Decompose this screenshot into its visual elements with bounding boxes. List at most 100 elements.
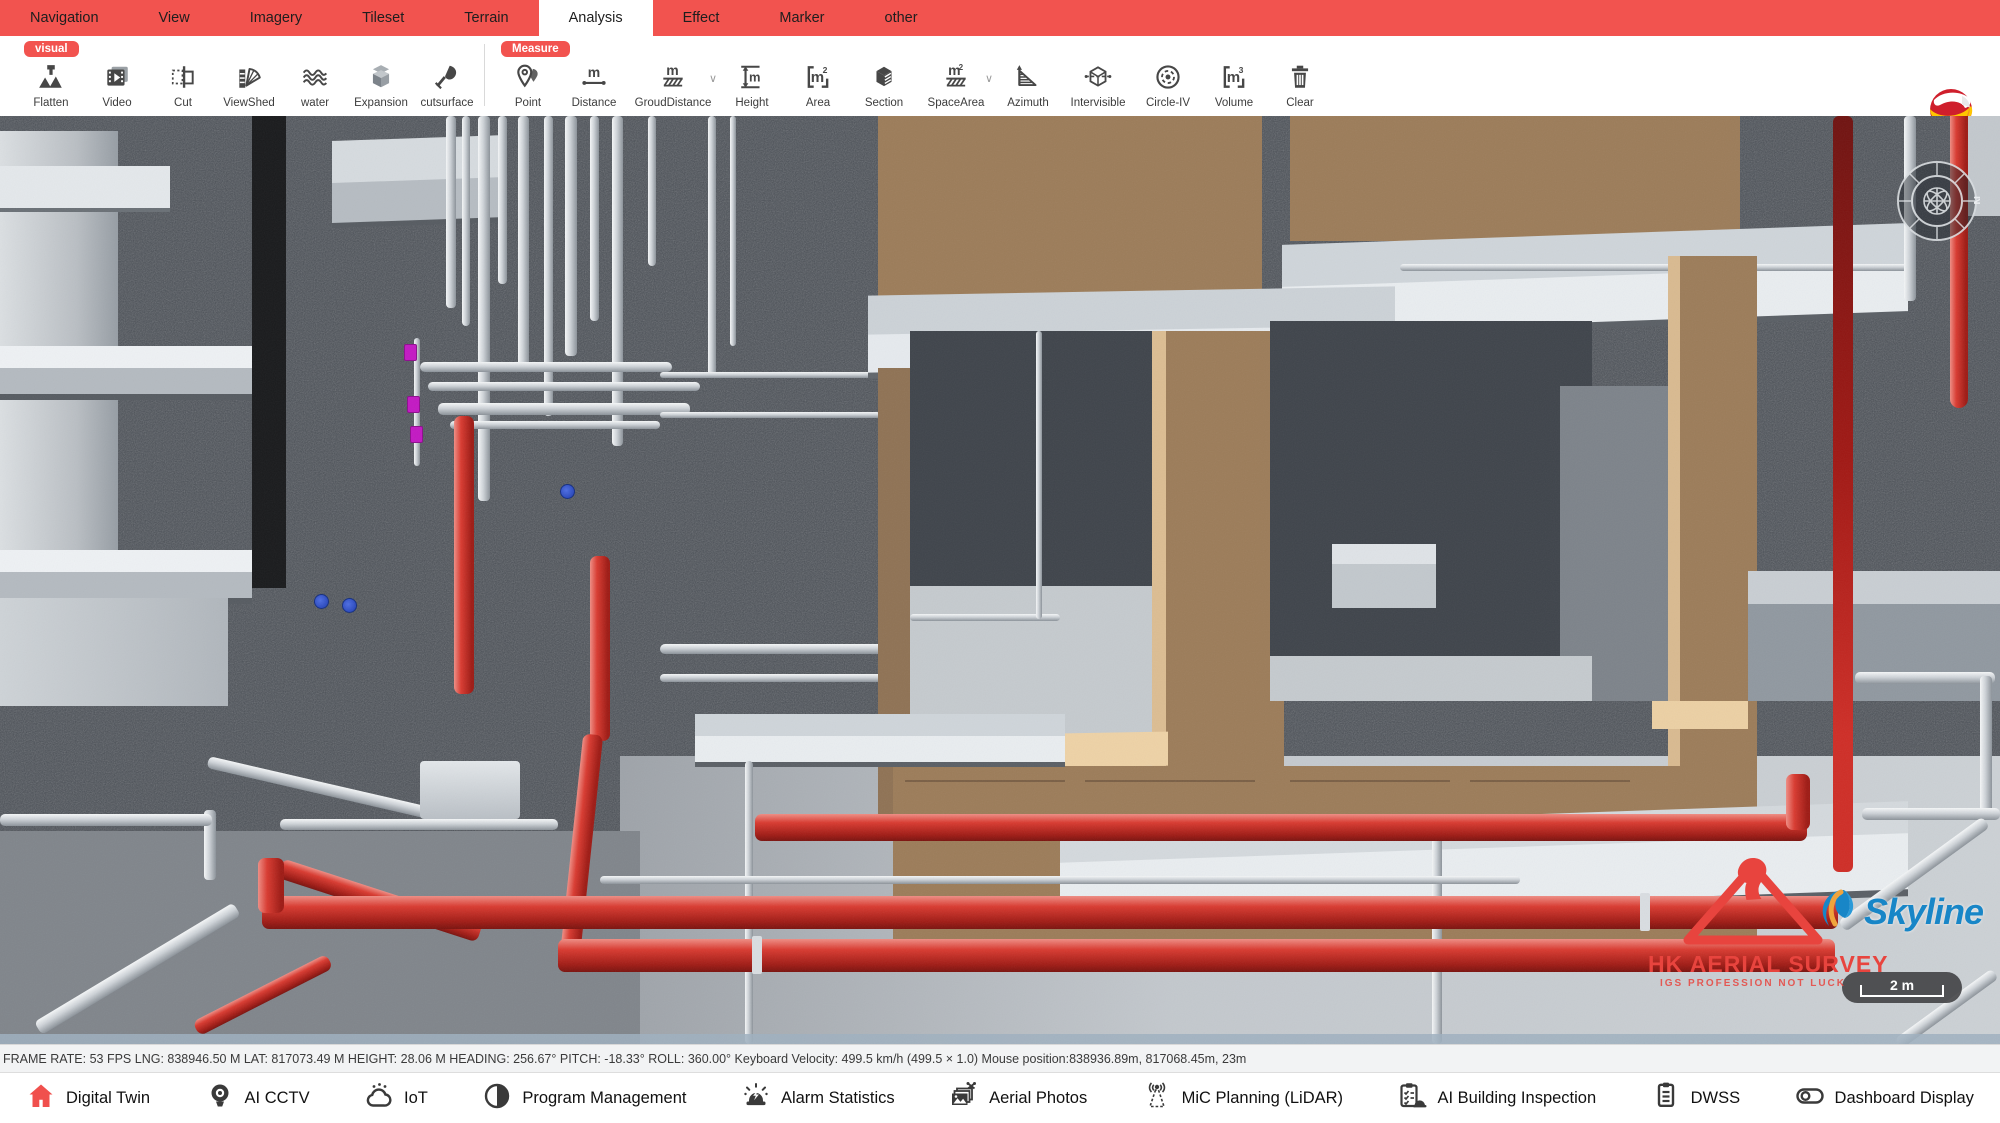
tool-label: Volume <box>1215 97 1253 109</box>
toolbar-group-visual: visual Flatten Video Cut ViewShed water <box>0 36 480 109</box>
tool-expansion[interactable]: Expansion <box>348 60 414 109</box>
wall-groove <box>1470 780 1630 782</box>
pipe-gray <box>1855 672 1995 684</box>
menu-imagery[interactable]: Imagery <box>220 0 332 36</box>
tool-section[interactable]: Section <box>851 60 917 109</box>
tool-area[interactable]: m2 Area <box>785 60 851 109</box>
home-icon <box>26 1081 56 1116</box>
toolbar-separator <box>484 44 485 106</box>
nav-ai-cctv[interactable]: AI CCTV <box>205 1081 310 1116</box>
nav-digital-twin[interactable]: Digital Twin <box>26 1081 150 1116</box>
pipe-red-run-upper <box>755 814 1807 841</box>
pipe-gray <box>518 116 529 371</box>
water-icon <box>301 60 329 94</box>
tool-cut[interactable]: Cut <box>150 60 216 109</box>
tool-label: Cut <box>174 97 192 109</box>
tool-label: Distance <box>572 97 617 109</box>
nav-label: Alarm Statistics <box>781 1089 895 1108</box>
concrete-pillar <box>1560 386 1668 701</box>
tool-point[interactable]: Point <box>495 60 561 109</box>
volume-icon: m3 <box>1220 60 1248 94</box>
chevron-down-icon[interactable]: ∨ <box>985 72 993 85</box>
tool-height[interactable]: m Height <box>719 60 785 109</box>
toolbar: visual Flatten Video Cut ViewShed water <box>0 36 2000 117</box>
circle-iv-icon <box>1154 60 1182 94</box>
ground-distance-icon: m <box>659 60 687 94</box>
pipe-red-run-lower <box>558 939 1835 972</box>
concrete-slab-front <box>0 572 252 598</box>
tool-viewshed[interactable]: ViewShed <box>216 60 282 109</box>
tool-water[interactable]: water <box>282 60 348 109</box>
space-area-icon: m2 <box>942 60 970 94</box>
measure-badge: Measure <box>501 41 570 57</box>
tool-volume[interactable]: m3 Volume <box>1201 60 1267 109</box>
concrete-block <box>0 598 228 706</box>
svg-text:2: 2 <box>823 65 828 75</box>
viewport-3d[interactable]: HK AERIAL SURVEY IGS PROFESSION NOT LUCK… <box>0 116 2000 1044</box>
menu-navigation[interactable]: Navigation <box>0 0 129 36</box>
tool-intervisible[interactable]: Intervisible <box>1061 60 1135 109</box>
valve-magenta <box>410 426 423 443</box>
nav-dwss[interactable]: DWSS <box>1651 1081 1741 1116</box>
tool-label: Azimuth <box>1007 97 1049 109</box>
nav-label: Aerial Photos <box>989 1089 1087 1108</box>
tool-azimuth[interactable]: Azimuth <box>995 60 1061 109</box>
pipe-gray <box>660 412 880 418</box>
pipe-gray <box>565 116 577 356</box>
tool-label: Video <box>102 97 131 109</box>
tool-circle-iv[interactable]: Circle-IV <box>1135 60 1201 109</box>
pipe-collar <box>752 936 762 974</box>
svg-text:m: m <box>588 64 600 80</box>
tool-distance[interactable]: m Distance <box>561 60 627 109</box>
menu-tileset[interactable]: Tileset <box>332 0 434 36</box>
brown-wall <box>1290 116 1740 241</box>
pipe-gray <box>438 403 690 415</box>
menu-other[interactable]: other <box>855 0 948 36</box>
menu-terrain[interactable]: Terrain <box>434 0 538 36</box>
nav-alarm-statistics[interactable]: Alarm Statistics <box>741 1081 895 1116</box>
concrete-slab-front <box>0 368 258 394</box>
equipment-box <box>420 761 520 819</box>
hk-survey-logo-icon <box>1678 854 1828 946</box>
hk-survey-subtitle: IGS PROFESSION NOT LUCK <box>1648 978 1858 989</box>
expansion-icon <box>367 60 395 94</box>
tool-label: Point <box>515 97 541 109</box>
tool-space-area[interactable]: m2 SpaceArea ∨ <box>917 60 995 109</box>
pipe-gray <box>660 644 905 654</box>
menu-effect[interactable]: Effect <box>653 0 750 36</box>
chevron-down-icon[interactable]: ∨ <box>709 72 717 85</box>
tool-video[interactable]: Video <box>84 60 150 109</box>
nav-mic-planning-lidar[interactable]: MiC Planning (LiDAR) <box>1142 1081 1343 1116</box>
svg-text:m: m <box>666 63 678 78</box>
distance-icon: m <box>580 60 608 94</box>
brown-column <box>1152 331 1284 821</box>
menu-marker[interactable]: Marker <box>749 0 854 36</box>
nav-dashboard-display[interactable]: Dashboard Display <box>1795 1081 1974 1116</box>
video-icon <box>103 60 131 94</box>
compass-navigation[interactable]: N <box>1894 158 1980 244</box>
nav-aerial-photos[interactable]: Aerial Photos <box>949 1081 1087 1116</box>
tool-clear[interactable]: Clear <box>1267 60 1333 109</box>
tool-ground-distance[interactable]: m GroudDistance ∨ <box>627 60 719 109</box>
menu-view[interactable]: View <box>129 0 220 36</box>
scale-bar-line <box>1860 985 1944 997</box>
tool-label: Height <box>735 97 768 109</box>
floating-slab <box>1332 544 1436 564</box>
concrete-slab <box>0 346 258 368</box>
nav-ai-building-inspection[interactable]: AI Building Inspection <box>1397 1081 1596 1116</box>
tool-label: Flatten <box>33 97 68 109</box>
cctv-icon <box>205 1081 235 1116</box>
tool-label: Clear <box>1286 97 1313 109</box>
intervisible-icon <box>1084 60 1112 94</box>
menu-analysis[interactable]: Analysis <box>539 0 653 36</box>
nav-iot[interactable]: IoT <box>364 1081 428 1116</box>
tool-flatten[interactable]: Flatten <box>18 60 84 109</box>
nav-program-management[interactable]: Program Management <box>482 1081 686 1116</box>
pipe-red-run-main <box>262 896 1838 929</box>
area-icon: m2 <box>804 60 832 94</box>
tool-cutsurface[interactable]: cutsurface <box>414 60 480 109</box>
concrete-step-front <box>1748 604 2000 701</box>
pipe-red-riser <box>590 556 610 741</box>
tool-label: GroudDistance <box>635 97 712 109</box>
nav-label: Dashboard Display <box>1835 1089 1974 1108</box>
